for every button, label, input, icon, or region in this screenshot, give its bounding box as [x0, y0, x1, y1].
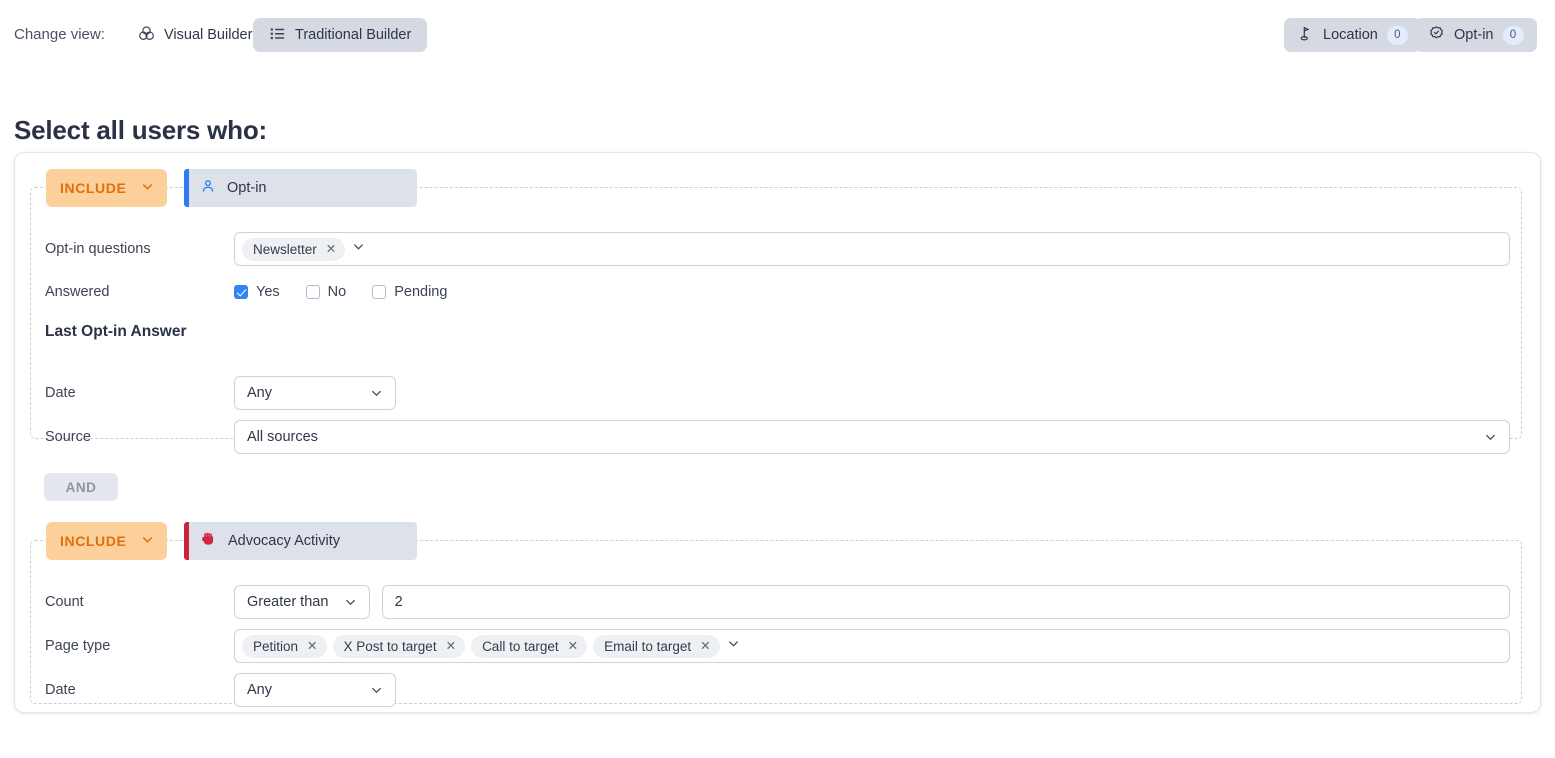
header-gap	[167, 169, 184, 207]
page-title: Select all users who:	[14, 115, 268, 146]
answered-label: Answered	[45, 284, 110, 300]
include-mode-selector-optin[interactable]: INCLUDE	[46, 169, 167, 207]
token-chip[interactable]: X Post to target ✕	[332, 634, 466, 658]
filter-group-optin-header: INCLUDE Opt-in	[46, 169, 417, 207]
token-label: Email to target	[604, 638, 692, 654]
chevron-down-icon[interactable]	[343, 595, 358, 610]
optin-questions-label: Opt-in questions	[45, 241, 151, 257]
advocacy-page-type-label: Page type	[45, 638, 111, 654]
view-toggle-traditional-builder[interactable]: Traditional Builder	[253, 18, 428, 52]
advocacy-count-operator-value: Greater than	[247, 594, 329, 610]
remove-token-icon[interactable]: ✕	[307, 640, 317, 653]
token-label: Petition	[253, 638, 299, 654]
token-label: Call to target	[482, 638, 559, 654]
token-chip[interactable]: Petition ✕	[242, 634, 327, 658]
remove-token-icon[interactable]: ✕	[568, 640, 578, 653]
checkbox-icon[interactable]	[372, 285, 387, 299]
chevron-down-icon[interactable]	[726, 636, 741, 656]
chevron-down-icon	[140, 179, 155, 197]
remove-token-icon[interactable]: ✕	[326, 243, 336, 256]
location-filter-button[interactable]: Location 0	[1284, 18, 1421, 52]
checkbox-answered-no-label: No	[327, 284, 347, 300]
token-chip[interactable]: Email to target ✕	[593, 634, 720, 658]
token-label: Newsletter	[253, 241, 317, 257]
remove-token-icon[interactable]: ✕	[700, 640, 710, 653]
chevron-down-icon[interactable]	[369, 386, 384, 401]
logical-operator-and[interactable]: AND	[44, 473, 118, 501]
last-optin-answer-heading: Last Opt-in Answer	[45, 323, 187, 340]
location-filter-count: 0	[1386, 25, 1408, 45]
checkbox-answered-yes-label: Yes	[256, 284, 280, 300]
row-advocacy-date: Date Any	[45, 673, 1510, 707]
advocacy-count-operator-select[interactable]: Greater than	[234, 585, 370, 619]
filter-group-advocacy-header: INCLUDE Advocacy Activity	[46, 522, 417, 560]
optin-filter-label: Opt-in	[1454, 27, 1494, 43]
optin-questions-field[interactable]: Newsletter ✕	[234, 232, 1510, 266]
optin-source-label: Source	[45, 429, 91, 445]
token-chip[interactable]: Newsletter ✕	[242, 237, 346, 261]
view-toggle-visual-builder[interactable]: Visual Builder	[122, 18, 268, 52]
include-mode-label-optin: INCLUDE	[60, 180, 127, 196]
optin-source-value: All sources	[247, 429, 318, 445]
bulleted-list-icon	[269, 25, 286, 46]
optin-source-select[interactable]: All sources	[234, 420, 1510, 454]
entity-label-advocacy: Advocacy Activity	[228, 533, 341, 549]
location-filter-label: Location	[1323, 27, 1378, 43]
row-advocacy-count: Count Greater than	[45, 585, 1510, 619]
include-mode-label-advocacy: INCLUDE	[60, 533, 127, 549]
change-view-label: Change view:	[14, 26, 105, 43]
optin-date-label: Date	[45, 385, 76, 401]
optin-filter-button[interactable]: Opt-in 0	[1415, 18, 1537, 52]
include-mode-selector-advocacy[interactable]: INCLUDE	[46, 522, 167, 560]
view-toggle-visual-builder-label: Visual Builder	[164, 27, 253, 43]
advocacy-page-type-field[interactable]: Petition ✕ X Post to target ✕ Call to ta…	[234, 629, 1510, 663]
checkbox-answered-yes[interactable]: Yes	[234, 284, 280, 300]
optin-filter-count: 0	[1502, 25, 1524, 45]
token-chip[interactable]: Call to target ✕	[471, 634, 588, 658]
row-optin-source: Source All sources	[45, 420, 1510, 454]
row-optin-answered: Answered Yes No Pending	[45, 275, 1510, 309]
user-icon	[200, 178, 216, 198]
optin-date-value: Any	[247, 385, 272, 401]
filter-group-optin: INCLUDE Opt-in Opt-in questions Newslett…	[30, 169, 1522, 454]
verified-seal-icon	[1428, 25, 1445, 46]
advocacy-date-select[interactable]: Any	[234, 673, 396, 707]
chevron-down-icon[interactable]	[369, 683, 384, 698]
chevron-down-icon[interactable]	[351, 239, 366, 259]
entity-selector-optin[interactable]: Opt-in	[184, 169, 417, 207]
checkbox-answered-pending-label: Pending	[394, 284, 448, 300]
row-optin-date: Date Any	[45, 376, 1510, 410]
entity-selector-advocacy[interactable]: Advocacy Activity	[184, 522, 417, 560]
header-gap	[167, 522, 184, 560]
optin-date-select[interactable]: Any	[234, 376, 396, 410]
query-builder-card: INCLUDE Opt-in Opt-in questions Newslett…	[14, 152, 1541, 713]
filter-group-advocacy: INCLUDE Advocacy Activity Count Greater …	[30, 522, 1522, 707]
checkbox-answered-pending[interactable]: Pending	[372, 284, 447, 300]
top-toolbar: Change view: Visual Builder Traditional …	[0, 0, 1555, 70]
map-pin-flag-icon	[1297, 25, 1314, 46]
checkbox-answered-no[interactable]: No	[305, 284, 347, 300]
view-toggle-traditional-builder-label: Traditional Builder	[295, 27, 412, 43]
advocacy-count-label: Count	[45, 594, 84, 610]
venn-circles-icon	[138, 25, 155, 46]
entity-label-optin: Opt-in	[227, 180, 267, 196]
remove-token-icon[interactable]: ✕	[446, 640, 456, 653]
checkbox-icon[interactable]	[305, 285, 320, 299]
advocacy-count-input[interactable]	[381, 585, 1510, 619]
checkbox-icon[interactable]	[234, 285, 248, 299]
raised-fist-icon	[200, 531, 217, 552]
row-advocacy-page-type: Page type Petition ✕ X Post to target ✕ …	[45, 629, 1510, 663]
row-optin-questions: Opt-in questions Newsletter ✕	[45, 232, 1510, 266]
advocacy-date-label: Date	[45, 682, 76, 698]
answered-checkbox-group: Yes No Pending	[234, 284, 447, 300]
chevron-down-icon	[140, 532, 155, 550]
chevron-down-icon[interactable]	[1483, 430, 1498, 445]
token-label: X Post to target	[343, 638, 437, 654]
advocacy-date-value: Any	[247, 682, 272, 698]
